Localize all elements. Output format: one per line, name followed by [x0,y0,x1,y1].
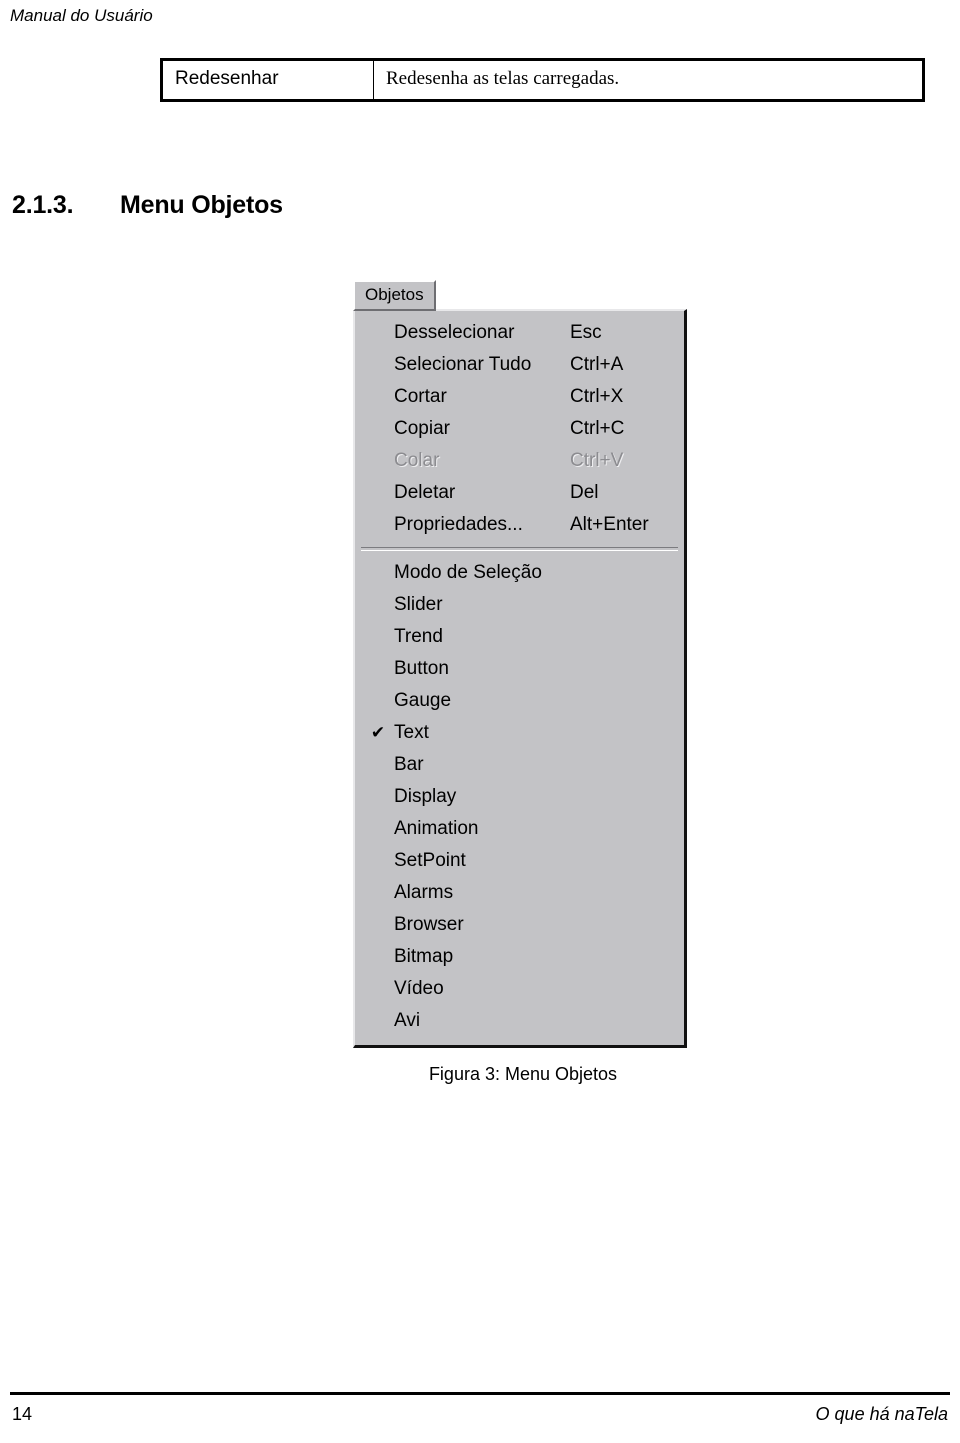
menu-item-label: Button [394,658,449,679]
running-header: Manual do Usuário [10,6,153,25]
menu-item-label: Vídeo [394,978,444,999]
dropdown-menu-objetos: Desselecionar Esc Selecionar Tudo Ctrl+A Cor… [353,309,687,1048]
table-body: Redesenhar Redesenha as telas carregadas… [161,59,924,101]
table-row: Redesenhar Redesenha as telas carregadas… [161,59,924,101]
menu-item-label: Desselecionar [394,322,515,343]
menu-item-label: SetPoint [394,850,466,871]
menu-item-label: Text [394,722,429,743]
menu-item[interactable]: Browser [355,909,684,941]
menu-item-label: Bitmap [394,946,454,967]
menu-item-shortcut: Ctrl+X [570,386,624,407]
menu-item-label: Browser [394,914,464,935]
menu-item-label: Propriedades... [394,514,523,535]
menu-item: Colar Ctrl+V [355,445,684,477]
menu-item[interactable]: Selecionar Tudo Ctrl+A [355,349,684,381]
figure-menu-objetos: Objetos Desselecionar Esc Selecionar Tudo C… [353,280,693,1086]
menu-item[interactable]: Slider [355,589,684,621]
menu-item[interactable]: Bar [355,749,684,781]
menu-item-shortcut: Ctrl+A [570,354,624,375]
menu-item[interactable]: Button [355,653,684,685]
footer-page-number: 14 [12,1404,33,1424]
menu-item-label: Colar [394,450,440,471]
menu-item[interactable]: Trend [355,621,684,653]
menu-item-label: Bar [394,754,424,775]
definition-table: Redesenhar Redesenha as telas carregadas… [160,58,925,102]
table-cell-description: Redesenha as telas carregadas. [373,59,924,101]
section-number: 2.1.3. [12,191,74,219]
menu-item-label: Cortar [394,386,447,407]
checkmark-icon: ✔ [370,723,386,742]
menu-item[interactable]: Deletar Del [355,477,684,509]
menu-item-label: Selecionar Tudo [394,354,532,375]
menu-item-shortcut: Esc [570,322,602,343]
menu-item[interactable]: Propriedades... Alt+Enter [355,509,684,541]
menu-item-label: Display [394,786,457,807]
menu-separator [361,547,678,551]
menu-item-label: Alarms [394,882,454,903]
menu-item-shortcut: Ctrl+V [570,450,624,471]
menu-item-label: Modo de Seleção [394,562,542,583]
menu-item[interactable]: SetPoint [355,845,684,877]
menu-item[interactable]: Cortar Ctrl+X [355,381,684,413]
menu-item-label: Animation [394,818,479,839]
page-footer: 14 O que há naTela [10,1392,950,1435]
section-title: Menu Objetos [120,191,283,219]
menu-item[interactable]: Copiar Ctrl+C [355,413,684,445]
menu-item[interactable]: Desselecionar Esc [355,317,684,349]
menu-item-shortcut: Ctrl+C [570,418,625,439]
menu-item[interactable]: Bitmap [355,941,684,973]
table-cell-term: Redesenhar [161,59,374,101]
menu-item[interactable]: Display [355,781,684,813]
section-heading: 2.1.3. Menu Objetos [12,190,283,220]
menu-item[interactable]: Avi [355,1005,684,1037]
menu-item-label: Deletar [394,482,456,503]
menubar-button-objetos[interactable]: Objetos [353,280,436,311]
menu-item-label: Trend [394,626,443,647]
menu-item-label: Avi [394,1010,421,1031]
figure-caption: Figura 3: Menu Objetos [428,1064,618,1084]
menu-item-shortcut: Del [570,482,599,503]
menu-item[interactable]: Modo de Seleção [355,557,684,589]
menu-item-label: Slider [394,594,443,615]
menu-item[interactable]: Vídeo [355,973,684,1005]
menu-item[interactable]: Gauge [355,685,684,717]
menu-item[interactable]: Alarms [355,877,684,909]
menu-item-label: Copiar [394,418,450,439]
menu-item[interactable]: Animation [355,813,684,845]
menu-item-shortcut: Alt+Enter [570,514,649,535]
footer-document-title: O que há naTela [815,1404,948,1424]
menu-item[interactable]: ✔ Text [355,717,684,749]
menu-item-label: Gauge [394,690,452,711]
